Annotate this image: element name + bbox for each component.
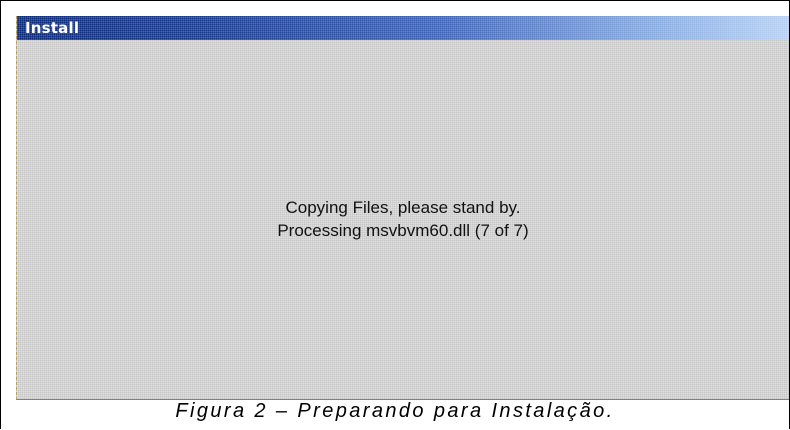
status-line-processing: Processing msvbvm60.dll (7 of 7) <box>277 221 529 240</box>
title-bar[interactable]: Install <box>17 16 789 40</box>
figure-caption: Figura 2 – Preparando para Instalação. <box>175 400 615 422</box>
install-dialog: Install Copying Files, please stand by. … <box>16 16 789 400</box>
window-title: Install <box>25 19 80 37</box>
status-line-copying: Copying Files, please stand by. <box>285 198 521 217</box>
status-message: Copying Files, please stand by. Processi… <box>17 196 789 242</box>
